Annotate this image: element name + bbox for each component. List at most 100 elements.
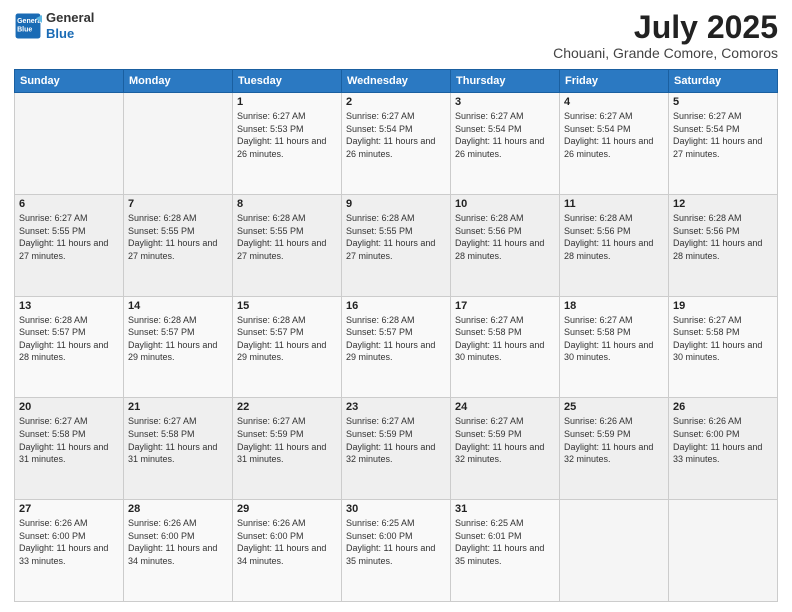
day-info: Sunrise: 6:25 AM Sunset: 6:01 PM Dayligh… [455,517,555,567]
calendar-cell: 17 Sunrise: 6:27 AM Sunset: 5:58 PM Dayli… [451,296,560,398]
day-number: 21 [128,401,228,413]
weekday-header-monday: Monday [124,70,233,93]
svg-text:Blue: Blue [17,26,32,33]
day-info: Sunrise: 6:27 AM Sunset: 5:58 PM Dayligh… [19,415,119,465]
day-number: 1 [237,96,337,108]
day-number: 11 [564,198,664,210]
calendar-cell: 29 Sunrise: 6:26 AM Sunset: 6:00 PM Dayli… [233,500,342,602]
day-info: Sunrise: 6:28 AM Sunset: 5:57 PM Dayligh… [128,314,228,364]
calendar-cell [124,93,233,195]
title-block: July 2025 Chouani, Grande Comore, Comoro… [553,10,778,61]
day-info: Sunrise: 6:28 AM Sunset: 5:57 PM Dayligh… [346,314,446,364]
week-row-5: 27 Sunrise: 6:26 AM Sunset: 6:00 PM Dayli… [15,500,778,602]
day-info: Sunrise: 6:28 AM Sunset: 5:57 PM Dayligh… [237,314,337,364]
day-number: 25 [564,401,664,413]
day-number: 9 [346,198,446,210]
day-number: 31 [455,503,555,515]
day-number: 30 [346,503,446,515]
day-number: 3 [455,96,555,108]
day-number: 13 [19,300,119,312]
day-number: 2 [346,96,446,108]
calendar-cell: 15 Sunrise: 6:28 AM Sunset: 5:57 PM Dayli… [233,296,342,398]
calendar-cell: 10 Sunrise: 6:28 AM Sunset: 5:56 PM Dayli… [451,194,560,296]
day-info: Sunrise: 6:28 AM Sunset: 5:55 PM Dayligh… [346,212,446,262]
day-number: 23 [346,401,446,413]
calendar-cell: 25 Sunrise: 6:26 AM Sunset: 5:59 PM Dayli… [560,398,669,500]
calendar-cell: 30 Sunrise: 6:25 AM Sunset: 6:00 PM Dayli… [342,500,451,602]
day-number: 19 [673,300,773,312]
main-title: July 2025 [553,10,778,45]
day-info: Sunrise: 6:28 AM Sunset: 5:56 PM Dayligh… [673,212,773,262]
day-number: 20 [19,401,119,413]
day-number: 22 [237,401,337,413]
calendar-cell: 11Sunrise: 6:28 AM Sunset: 5:56 PM Dayli… [560,194,669,296]
calendar-table: SundayMondayTuesdayWednesdayThursdayFrid… [14,69,778,602]
week-row-4: 20 Sunrise: 6:27 AM Sunset: 5:58 PM Dayli… [15,398,778,500]
logo-line2: Blue [46,26,94,42]
calendar-cell: 2Sunrise: 6:27 AM Sunset: 5:54 PM Daylig… [342,93,451,195]
header: General Blue General Blue July 2025 Chou… [14,10,778,61]
day-info: Sunrise: 6:27 AM Sunset: 5:54 PM Dayligh… [673,110,773,160]
calendar-cell: 27 Sunrise: 6:26 AM Sunset: 6:00 PM Dayli… [15,500,124,602]
day-number: 28 [128,503,228,515]
weekday-header-thursday: Thursday [451,70,560,93]
day-number: 27 [19,503,119,515]
day-info: Sunrise: 6:27 AM Sunset: 5:54 PM Dayligh… [455,110,555,160]
day-info: Sunrise: 6:28 AM Sunset: 5:55 PM Dayligh… [237,212,337,262]
logo: General Blue General Blue [14,10,94,41]
day-info: Sunrise: 6:27 AM Sunset: 5:58 PM Dayligh… [564,314,664,364]
day-info: Sunrise: 6:26 AM Sunset: 5:59 PM Dayligh… [564,415,664,465]
calendar-cell: 21 Sunrise: 6:27 AM Sunset: 5:58 PM Dayli… [124,398,233,500]
day-number: 17 [455,300,555,312]
day-number: 10 [455,198,555,210]
calendar-cell: 18 Sunrise: 6:27 AM Sunset: 5:58 PM Dayli… [560,296,669,398]
day-number: 16 [346,300,446,312]
calendar-cell: 5 Sunrise: 6:27 AM Sunset: 5:54 PM Daylig… [669,93,778,195]
page: General Blue General Blue July 2025 Chou… [0,0,792,612]
day-number: 24 [455,401,555,413]
day-info: Sunrise: 6:27 AM Sunset: 5:59 PM Dayligh… [346,415,446,465]
day-number: 14 [128,300,228,312]
day-info: Sunrise: 6:27 AM Sunset: 5:53 PM Dayligh… [237,110,337,160]
day-number: 15 [237,300,337,312]
day-info: Sunrise: 6:26 AM Sunset: 6:00 PM Dayligh… [673,415,773,465]
day-number: 18 [564,300,664,312]
calendar-cell: 24Sunrise: 6:27 AM Sunset: 5:59 PM Dayli… [451,398,560,500]
day-info: Sunrise: 6:27 AM Sunset: 5:58 PM Dayligh… [455,314,555,364]
day-info: Sunrise: 6:26 AM Sunset: 6:00 PM Dayligh… [237,517,337,567]
calendar-cell: 6 Sunrise: 6:27 AM Sunset: 5:55 PM Daylig… [15,194,124,296]
day-info: Sunrise: 6:27 AM Sunset: 5:59 PM Dayligh… [237,415,337,465]
calendar-cell: 19 Sunrise: 6:27 AM Sunset: 5:58 PM Dayli… [669,296,778,398]
day-info: Sunrise: 6:27 AM Sunset: 5:55 PM Dayligh… [19,212,119,262]
day-info: Sunrise: 6:28 AM Sunset: 5:56 PM Dayligh… [455,212,555,262]
day-info: Sunrise: 6:25 AM Sunset: 6:00 PM Dayligh… [346,517,446,567]
calendar-cell: 1 Sunrise: 6:27 AM Sunset: 5:53 PM Daylig… [233,93,342,195]
day-info: Sunrise: 6:26 AM Sunset: 6:00 PM Dayligh… [19,517,119,567]
day-info: Sunrise: 6:26 AM Sunset: 6:00 PM Dayligh… [128,517,228,567]
day-info: Sunrise: 6:27 AM Sunset: 5:58 PM Dayligh… [673,314,773,364]
day-info: Sunrise: 6:27 AM Sunset: 5:54 PM Dayligh… [564,110,664,160]
week-row-3: 13 Sunrise: 6:28 AM Sunset: 5:57 PM Dayli… [15,296,778,398]
weekday-header-tuesday: Tuesday [233,70,342,93]
calendar-cell: 31 Sunrise: 6:25 AM Sunset: 6:01 PM Dayli… [451,500,560,602]
calendar-cell: 26 Sunrise: 6:26 AM Sunset: 6:00 PM Dayli… [669,398,778,500]
calendar-cell: 16 Sunrise: 6:28 AM Sunset: 5:57 PM Dayli… [342,296,451,398]
logo-line1: General [46,10,94,26]
weekday-header-wednesday: Wednesday [342,70,451,93]
day-info: Sunrise: 6:28 AM Sunset: 5:55 PM Dayligh… [128,212,228,262]
calendar-cell: 13 Sunrise: 6:28 AM Sunset: 5:57 PM Dayli… [15,296,124,398]
weekday-header-sunday: Sunday [15,70,124,93]
day-number: 8 [237,198,337,210]
sub-title: Chouani, Grande Comore, Comoros [553,45,778,61]
day-number: 6 [19,198,119,210]
calendar-cell: 20 Sunrise: 6:27 AM Sunset: 5:58 PM Dayli… [15,398,124,500]
day-number: 26 [673,401,773,413]
calendar-cell: 23 Sunrise: 6:27 AM Sunset: 5:59 PM Dayli… [342,398,451,500]
week-row-2: 6 Sunrise: 6:27 AM Sunset: 5:55 PM Daylig… [15,194,778,296]
day-info: Sunrise: 6:27 AM Sunset: 5:58 PM Dayligh… [128,415,228,465]
calendar-cell: 4Sunrise: 6:27 AM Sunset: 5:54 PM Daylig… [560,93,669,195]
day-number: 5 [673,96,773,108]
logo-text: General Blue [46,10,94,41]
day-info: Sunrise: 6:28 AM Sunset: 5:57 PM Dayligh… [19,314,119,364]
day-number: 29 [237,503,337,515]
